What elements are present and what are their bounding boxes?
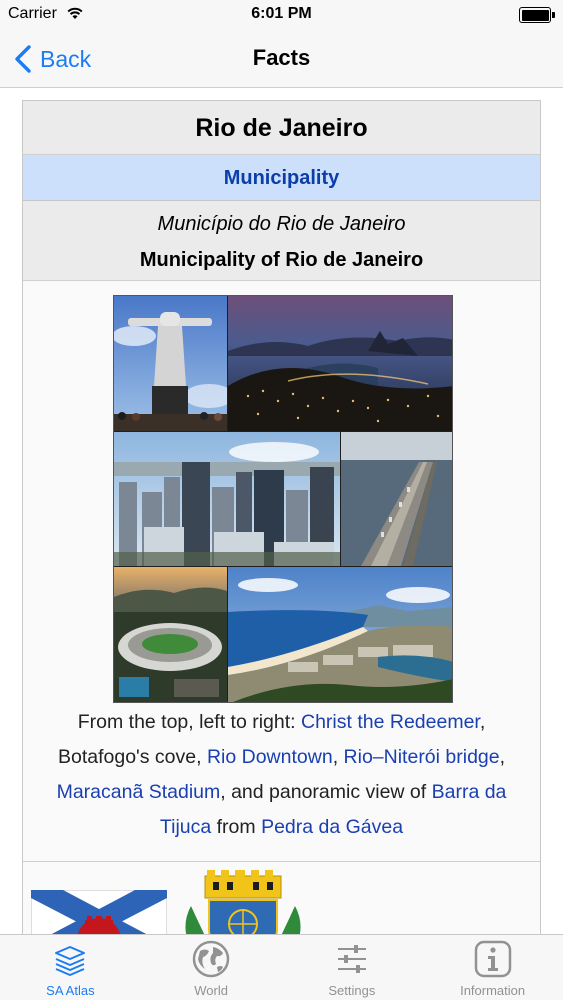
content-scroll-area[interactable]: Rio de Janeiro Municipality Município do… bbox=[0, 88, 563, 934]
globe-icon bbox=[192, 940, 230, 978]
montage-botafogo-cove bbox=[228, 296, 452, 431]
coat-of-arms-image[interactable] bbox=[173, 868, 313, 934]
montage-maracana-stadium bbox=[114, 567, 227, 702]
caption-text: , bbox=[332, 746, 344, 768]
tab-information[interactable]: Information bbox=[422, 935, 563, 1000]
caption-link[interactable]: Rio–Niterói bridge bbox=[344, 746, 500, 768]
infobox-title: Rio de Janeiro bbox=[23, 101, 540, 155]
caption-text: , bbox=[499, 746, 506, 768]
montage-rio-downtown bbox=[114, 432, 340, 566]
tab-settings[interactable]: Settings bbox=[282, 935, 423, 1000]
navigation-bar: Back Facts bbox=[0, 30, 563, 88]
infobox-type[interactable]: Municipality bbox=[23, 155, 540, 201]
status-time: 6:01 PM bbox=[251, 5, 312, 22]
infobox: Rio de Janeiro Municipality Município do… bbox=[22, 100, 541, 934]
native-name: Município do Rio de Janeiro bbox=[157, 213, 406, 235]
sliders-icon bbox=[337, 945, 366, 973]
caption-text: , and panoramic view of bbox=[220, 781, 432, 803]
tab-sa-atlas[interactable]: SA Atlas bbox=[0, 935, 141, 1000]
caption-text: From the top, left to right: bbox=[77, 711, 301, 733]
image-caption: From the top, left to right: Christ the … bbox=[39, 705, 524, 845]
tab-label-sa-atlas: SA Atlas bbox=[46, 983, 95, 998]
info-icon bbox=[474, 940, 511, 978]
infobox-image-section: From the top, left to right: Christ the … bbox=[23, 281, 540, 862]
tab-label-world: World bbox=[194, 983, 228, 998]
flag-image[interactable] bbox=[31, 890, 167, 934]
page-title: Facts bbox=[252, 45, 311, 70]
infobox-symbols bbox=[23, 862, 540, 934]
tab-world[interactable]: World bbox=[141, 935, 282, 1000]
english-name: Municipality of Rio de Janeiro bbox=[139, 249, 424, 271]
status-bar: Carrier 6:01 PM bbox=[0, 0, 563, 30]
tab-label-information: Information bbox=[460, 983, 526, 998]
tab-label-settings: Settings bbox=[328, 983, 376, 998]
layers-icon bbox=[55, 946, 86, 976]
montage-barra-da-tijuca bbox=[228, 567, 452, 702]
montage-rio-niteroi-bridge bbox=[341, 432, 452, 566]
caption-link[interactable]: Rio Downtown bbox=[207, 746, 333, 768]
caption-text: from bbox=[211, 816, 262, 838]
battery-icon bbox=[519, 7, 555, 23]
caption-link[interactable]: Christ the Redeemer bbox=[301, 711, 480, 733]
caption-link[interactable]: Pedra da Gávea bbox=[261, 816, 403, 838]
city-montage-image[interactable] bbox=[113, 295, 453, 703]
caption-link[interactable]: Maracanã Stadium bbox=[57, 781, 221, 803]
infobox-names: Município do Rio de Janeiro Municipality… bbox=[23, 201, 540, 281]
montage-christ-redeemer bbox=[114, 296, 227, 431]
tab-bar: SA Atlas World Settings Information bbox=[0, 934, 563, 1000]
